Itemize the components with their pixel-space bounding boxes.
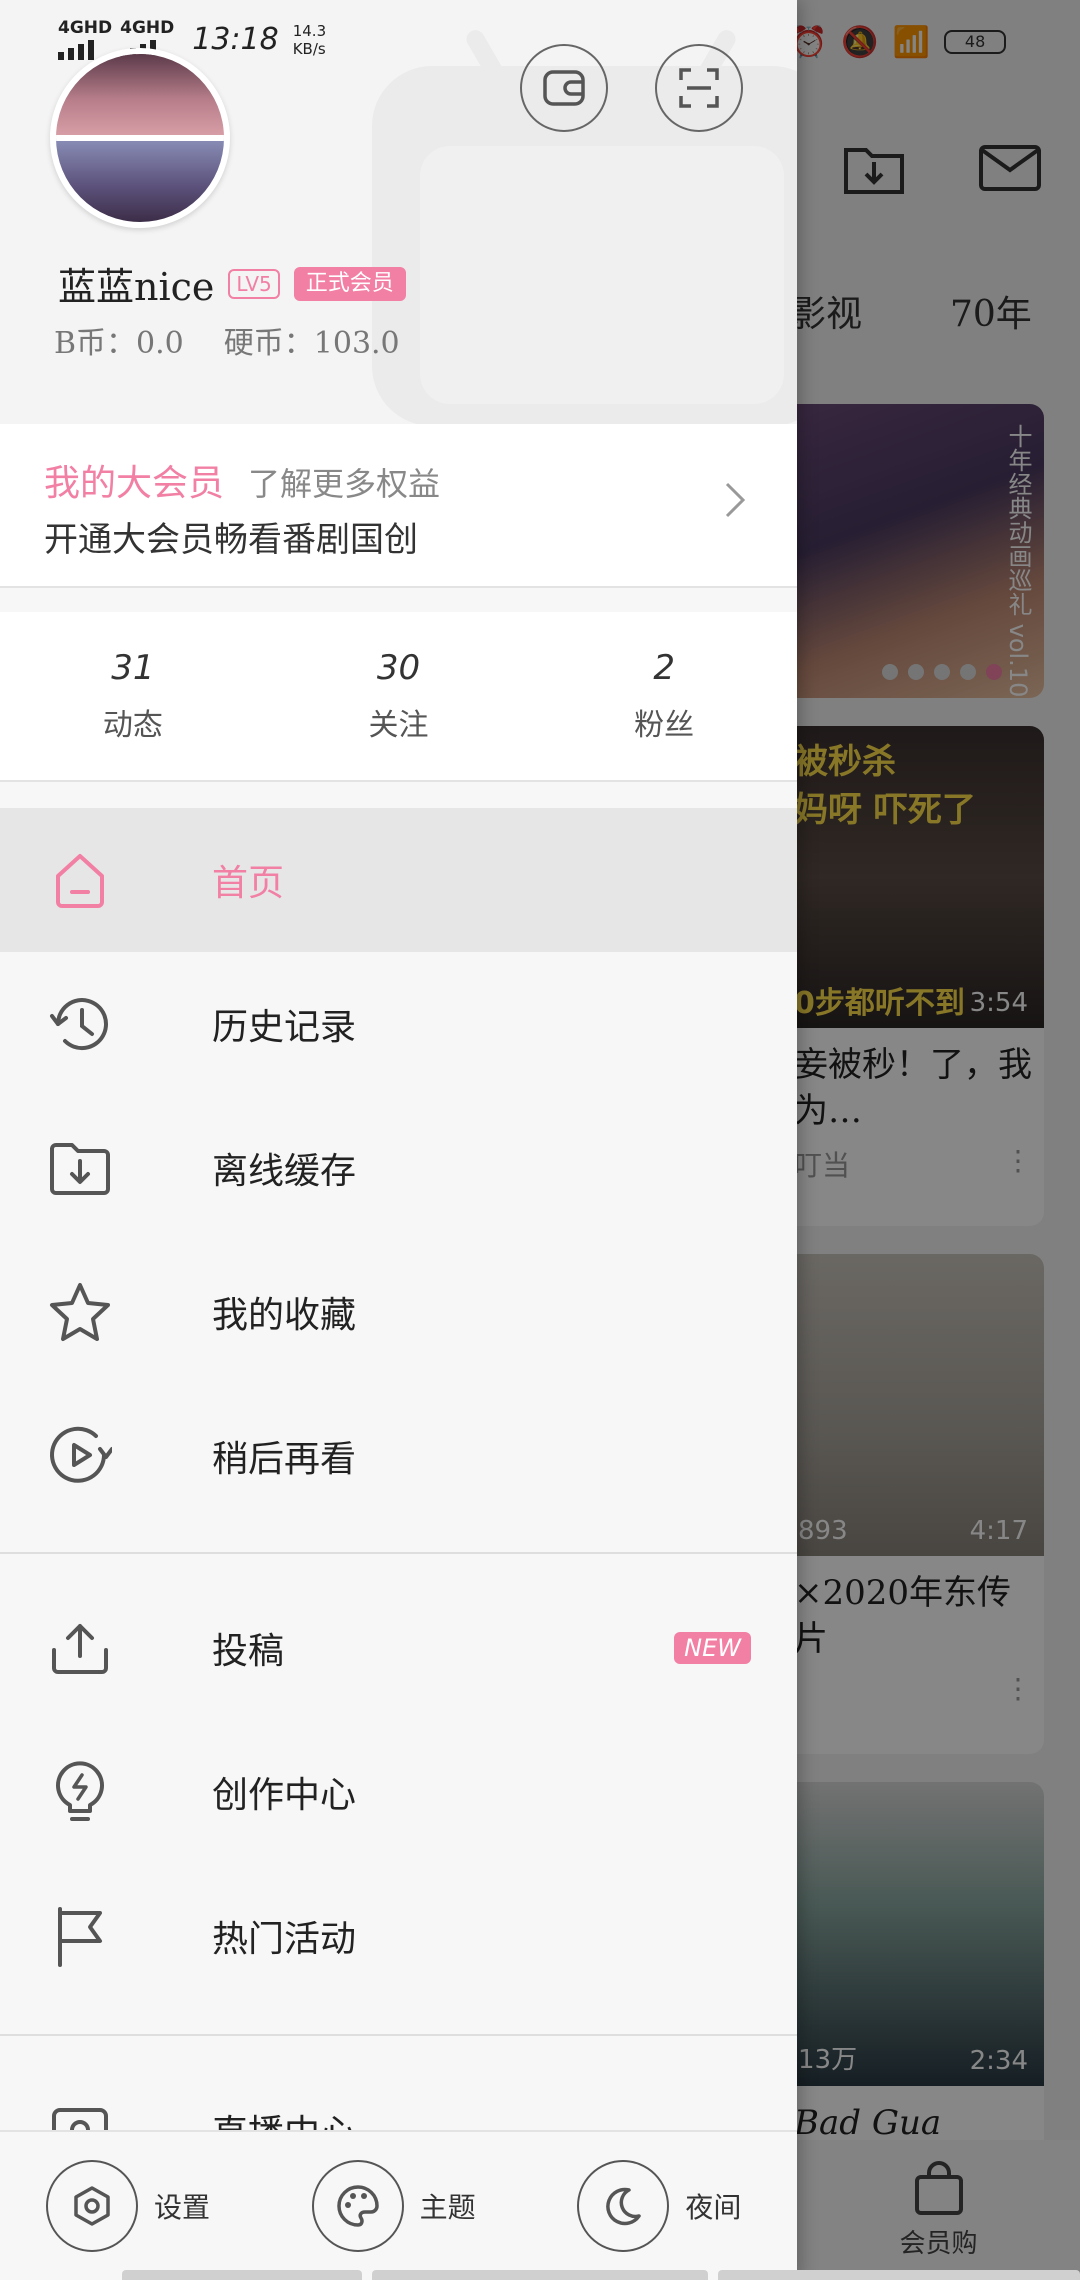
menu-item-upload[interactable]: 投稿 NEW — [0, 1576, 797, 1720]
menu-label: 首页 — [212, 863, 285, 904]
scan-button[interactable] — [655, 44, 743, 132]
network-speed: 14.3 KB/s — [292, 22, 327, 58]
stat-label: 关注 — [368, 708, 429, 743]
vip-card-subtitle: 开通大会员畅看番剧国创 — [44, 520, 418, 560]
menu-group-main: 首页 历史记录 离线缓存 我的收藏 稍后再看 — [0, 808, 797, 1528]
menu-item-creator-center[interactable]: 创作中心 — [0, 1720, 797, 1864]
night-label: 夜间 — [685, 2191, 742, 2224]
stat-followers[interactable]: 2 粉丝 — [531, 612, 797, 780]
watch-later-icon — [46, 1422, 114, 1490]
menu-label: 热门活动 — [212, 1919, 357, 1960]
menu-item-favorites[interactable]: 我的收藏 — [0, 1240, 797, 1384]
vip-card-title: 我的大会员 — [44, 463, 225, 504]
night-mode-button[interactable]: 夜间 — [531, 2132, 797, 2280]
stat-label: 动态 — [102, 708, 163, 743]
live-icon — [46, 2096, 114, 2130]
menu-group-live: 直播中心 — [0, 2058, 797, 2130]
menu-divider — [0, 2034, 797, 2036]
menu-label: 我的收藏 — [212, 1295, 357, 1336]
chevron-right-icon — [725, 482, 746, 518]
stat-count: 2 — [653, 648, 675, 688]
drawer-header: 4GHD 4GHD 13:18 14.3 KB/s 蓝蓝nice LV5 正式会… — [0, 0, 797, 424]
profile-name-row[interactable]: 蓝蓝nice LV5 正式会员 — [58, 256, 406, 311]
coin-balance: B币：0.0 硬币：103.0 — [54, 318, 400, 362]
stat-following[interactable]: 30 关注 — [266, 612, 532, 780]
b-coin-balance: B币：0.0 — [54, 326, 184, 361]
menu-item-hot-events[interactable]: 热门活动 — [0, 1864, 797, 2008]
level-badge: LV5 — [228, 268, 280, 299]
navigation-handle — [718, 2270, 1080, 2280]
menu-label: 稍后再看 — [212, 1439, 357, 1480]
menu-item-watch-later[interactable]: 稍后再看 — [0, 1384, 797, 1528]
wallet-button[interactable] — [520, 44, 608, 132]
offline-cache-icon — [46, 1134, 114, 1202]
menu-label: 历史记录 — [212, 1007, 357, 1048]
moon-icon — [577, 2160, 670, 2252]
vip-membership-card[interactable]: 我的大会员 了解更多权益 开通大会员畅看番剧国创 — [0, 424, 797, 588]
upload-icon — [46, 1614, 114, 1682]
menu-label: 创作中心 — [212, 1775, 357, 1816]
menu-label: 离线缓存 — [212, 1151, 357, 1192]
new-badge: NEW — [674, 1632, 751, 1664]
home-icon — [46, 846, 114, 914]
menu-item-offline-cache[interactable]: 离线缓存 — [0, 1096, 797, 1240]
navigation-handle — [372, 2270, 708, 2280]
hard-coin-balance: 硬币：103.0 — [223, 326, 400, 361]
history-icon — [46, 990, 114, 1058]
menu-item-history[interactable]: 历史记录 — [0, 952, 797, 1096]
vip-status-badge[interactable]: 正式会员 — [293, 266, 406, 301]
menu-item-live-center[interactable]: 直播中心 — [0, 2058, 797, 2130]
navigation-handle — [122, 2270, 362, 2280]
vip-card-more: 了解更多权益 — [248, 465, 441, 503]
settings-gear-icon — [46, 2160, 138, 2252]
stat-count: 30 — [376, 648, 421, 688]
stats-row: 31 动态 30 关注 2 粉丝 — [0, 612, 797, 782]
avatar[interactable] — [50, 48, 230, 228]
status-time: 13:18 — [192, 22, 279, 57]
settings-button[interactable]: 设置 — [0, 2132, 266, 2280]
star-icon — [46, 1278, 114, 1346]
palette-icon — [311, 2160, 404, 2252]
menu-label: 投稿 — [212, 1631, 285, 1672]
stat-dynamics[interactable]: 31 动态 — [0, 612, 266, 780]
settings-label: 设置 — [154, 2191, 211, 2224]
navigation-drawer: 4GHD 4GHD 13:18 14.3 KB/s 蓝蓝nice LV5 正式会… — [0, 0, 797, 2280]
username[interactable]: 蓝蓝nice — [58, 256, 214, 311]
menu-divider — [0, 1552, 797, 1554]
theme-button[interactable]: 主题 — [266, 2132, 532, 2280]
stat-label: 粉丝 — [634, 708, 695, 743]
theme-label: 主题 — [419, 2191, 476, 2224]
menu-group-creator: 投稿 NEW 创作中心 热门活动 — [0, 1576, 797, 2008]
stat-count: 31 — [111, 648, 155, 688]
drawer-bottom-bar: 设置 主题 夜间 — [0, 2130, 797, 2280]
wallet-icon — [543, 70, 585, 106]
menu-label: 直播中心 — [212, 2104, 356, 2130]
lightbulb-icon — [46, 1758, 114, 1826]
menu-item-home[interactable]: 首页 — [0, 808, 797, 952]
flag-icon — [46, 1902, 114, 1970]
scan-icon — [679, 68, 719, 108]
